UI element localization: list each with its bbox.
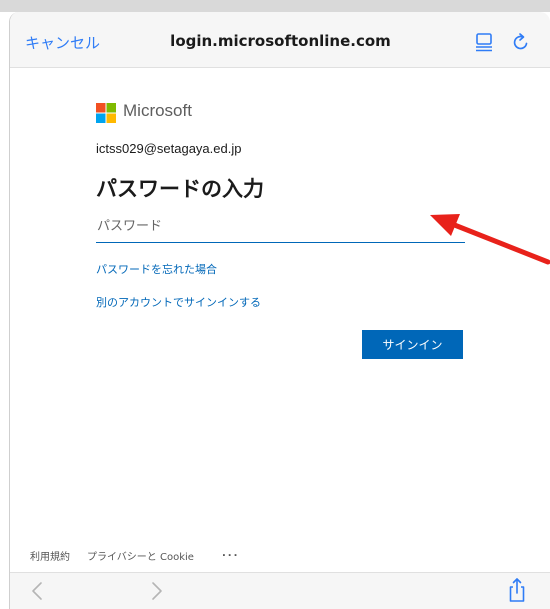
share-icon[interactable] — [507, 577, 527, 603]
page-title: パスワードの入力 — [96, 177, 264, 201]
url-label: login.microsoftonline.com — [170, 32, 391, 50]
other-account-link[interactable]: 別のアカウントでサインインする — [96, 294, 261, 310]
more-options-button[interactable]: ... — [222, 548, 239, 559]
login-sheet: キャンセル login.microsoftonline.com Microsof… — [9, 12, 550, 609]
chevron-right-icon[interactable] — [150, 581, 164, 601]
terms-link[interactable]: 利用規約 — [30, 548, 70, 563]
microsoft-brand-text: Microsoft — [123, 101, 192, 120]
top-strip — [0, 0, 550, 12]
signin-button[interactable]: サインイン — [362, 330, 463, 359]
reader-view-icon[interactable] — [474, 32, 494, 52]
microsoft-logo-icon — [96, 103, 116, 123]
left-edge — [0, 12, 9, 609]
account-email: ictss029@setagaya.ed.jp — [96, 141, 242, 156]
password-input[interactable] — [96, 211, 465, 243]
chevron-left-icon[interactable] — [30, 581, 44, 601]
navigation-bar: キャンセル login.microsoftonline.com — [10, 12, 550, 68]
forgot-password-link[interactable]: パスワードを忘れた場合 — [96, 261, 217, 277]
bottom-toolbar — [10, 572, 550, 609]
login-content: Microsoft ictss029@setagaya.ed.jp パスワードの… — [10, 68, 550, 548]
footer-links: 利用規約 プライバシーと Cookie ... — [10, 548, 550, 570]
browser-frame: キャンセル login.microsoftonline.com Microsof… — [0, 0, 550, 609]
reload-icon[interactable] — [511, 32, 531, 52]
privacy-cookie-link[interactable]: プライバシーと Cookie — [87, 548, 194, 563]
